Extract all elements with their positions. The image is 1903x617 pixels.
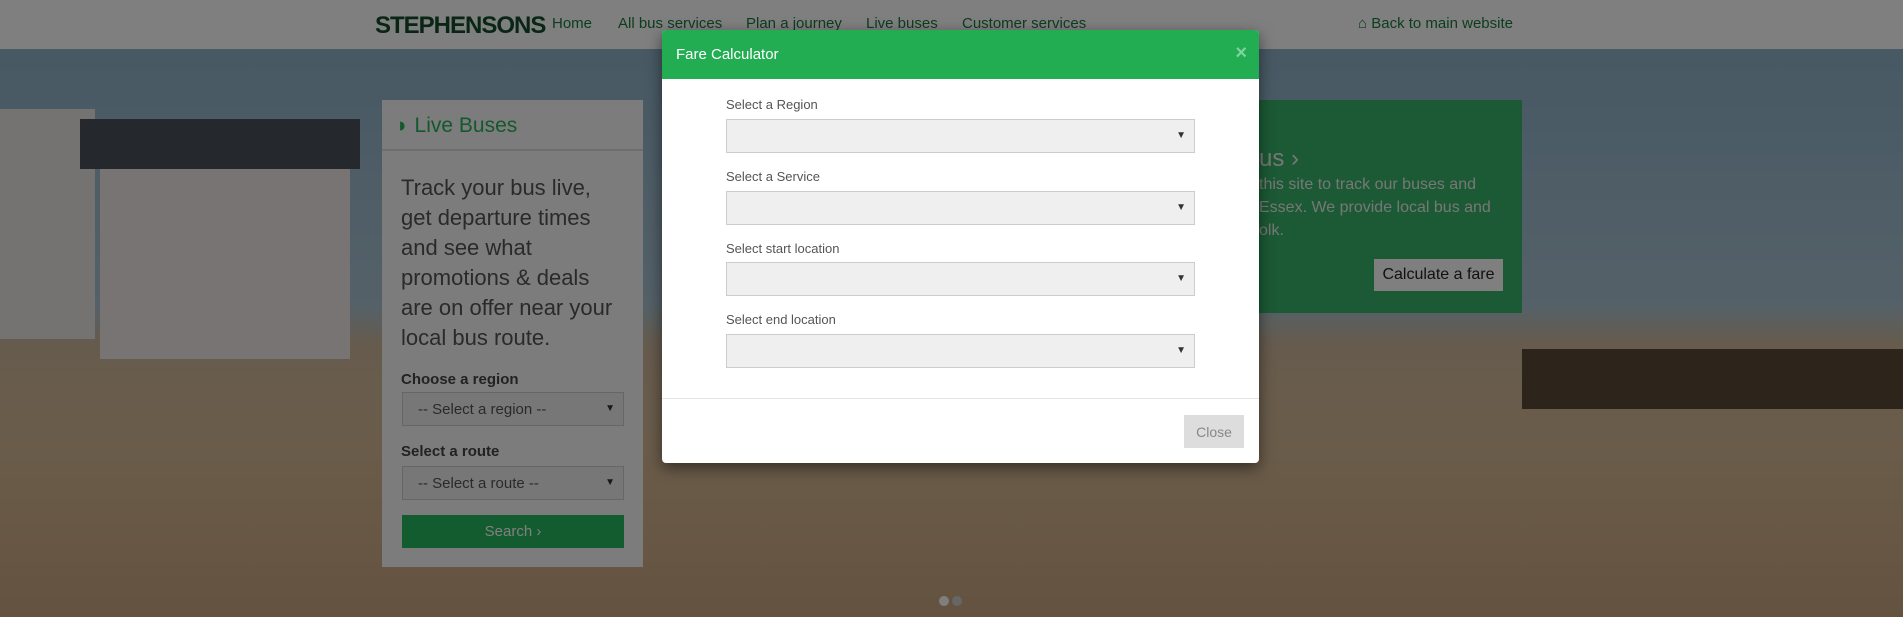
end-location-select[interactable]: ▼ <box>726 334 1195 368</box>
chevron-down-icon: ▼ <box>1176 345 1186 356</box>
fare-calculator-modal: Fare Calculator × Select a Region ▼ Sele… <box>662 30 1259 463</box>
chevron-down-icon: ▼ <box>1176 273 1186 284</box>
start-location-select[interactable]: ▼ <box>726 262 1195 296</box>
close-icon[interactable]: × <box>1235 42 1247 65</box>
start-location-label: Select start location <box>726 241 840 256</box>
chevron-down-icon: ▼ <box>1176 202 1186 213</box>
service-field-select[interactable]: ▼ <box>726 191 1195 225</box>
region-field-label: Select a Region <box>726 97 818 112</box>
close-button[interactable]: Close <box>1184 415 1244 448</box>
service-field-label: Select a Service <box>726 169 820 184</box>
modal-title: Fare Calculator <box>676 46 779 63</box>
region-field-select[interactable]: ▼ <box>726 119 1195 153</box>
modal-footer-divider <box>662 398 1259 399</box>
modal-header: Fare Calculator × <box>662 30 1259 79</box>
chevron-down-icon: ▼ <box>1176 130 1186 141</box>
end-location-label: Select end location <box>726 312 836 327</box>
